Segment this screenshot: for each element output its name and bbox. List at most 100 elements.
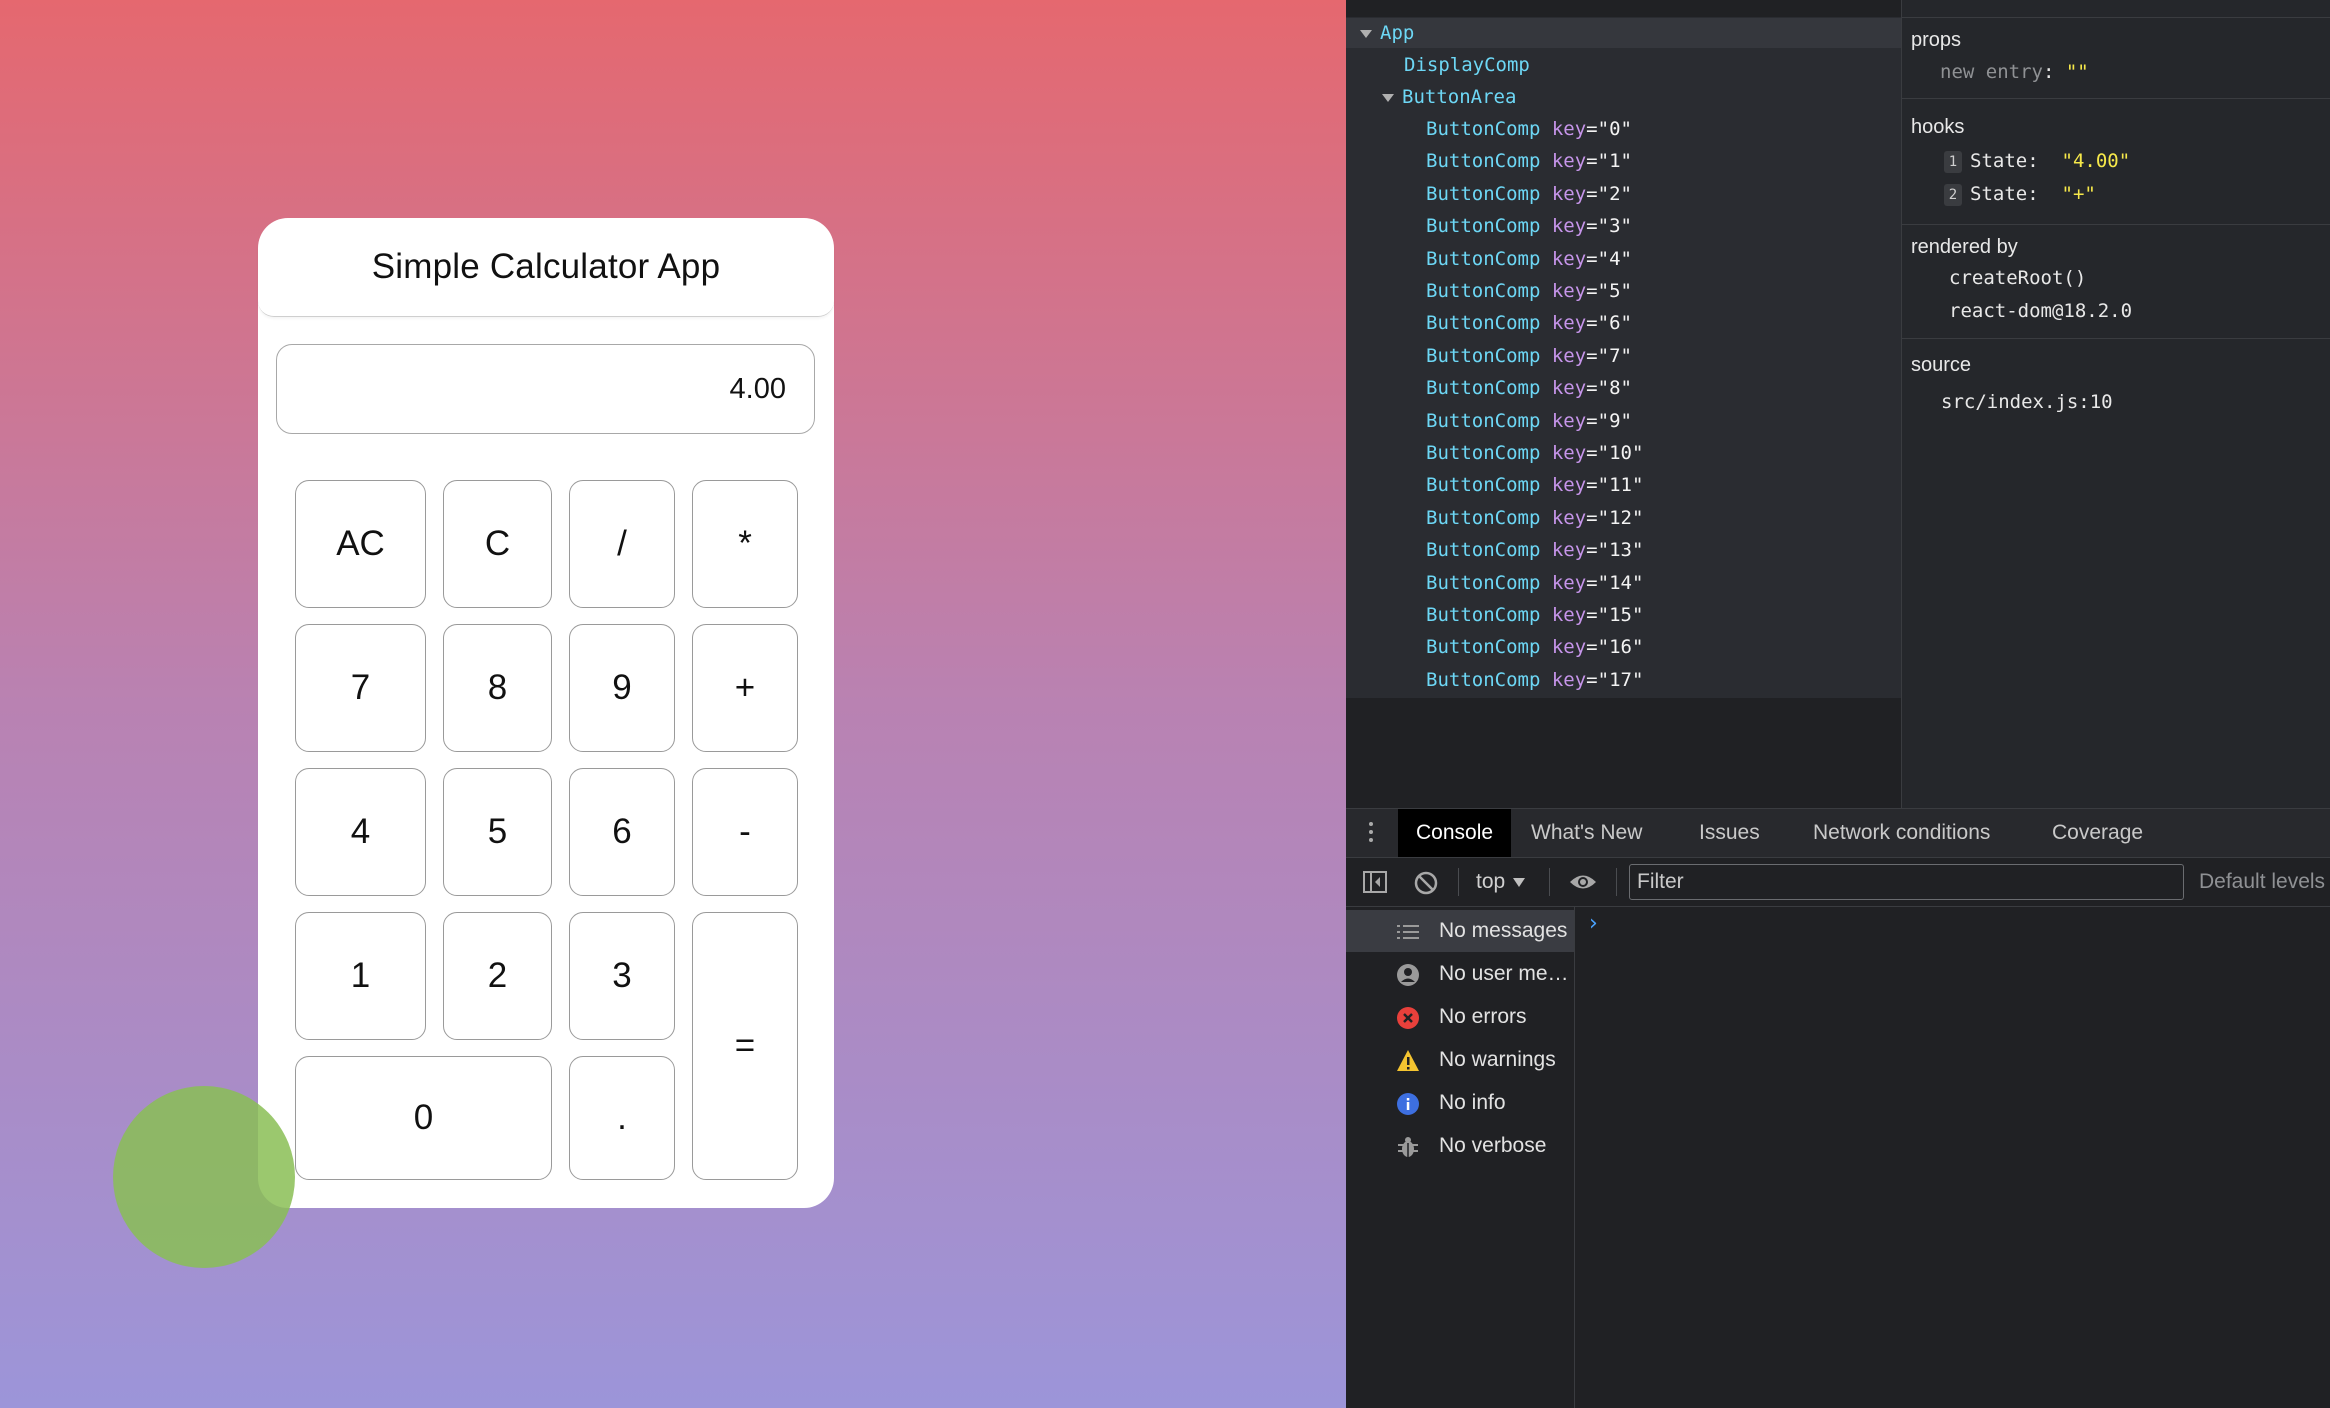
source-location[interactable]: src/index.js:10 [1941,391,2113,413]
sidebar-item-messages[interactable]: No messages [1346,910,1574,952]
component-name: DisplayComp [1404,54,1530,76]
tree-node-buttoncomp[interactable]: ButtonComp key="5" [1426,275,1632,307]
rendered-by-section: rendered by createRoot() react-dom@18.2.… [1902,225,2330,339]
key-value: "3" [1597,215,1632,238]
tree-node-buttoncomp[interactable]: ButtonComp key="15" [1426,599,1643,631]
five-button[interactable]: 5 [443,768,552,896]
decimal-button[interactable]: . [569,1056,675,1180]
four-button[interactable]: 4 [295,768,426,896]
sidebar-item-user-messages[interactable]: No user me… [1346,953,1574,995]
tab-issues[interactable]: Issues [1699,809,1760,857]
key-attr: key [1551,539,1587,562]
tree-node-buttoncomp[interactable]: ButtonComp key="7" [1426,340,1632,372]
tree-node-buttoncomp[interactable]: ButtonComp key="9" [1426,405,1632,437]
tree-node-buttoncomp[interactable]: ButtonComp key="2" [1426,178,1632,210]
tree-node-buttoncomp[interactable]: ButtonComp key="4" [1426,243,1632,275]
sidebar-item-info[interactable]: No info [1346,1082,1574,1124]
user-icon [1397,964,1419,986]
tree-node-buttoncomp[interactable]: ButtonComp key="0" [1426,113,1632,145]
key-attr: key [1551,506,1587,529]
zero-button[interactable]: 0 [295,1056,552,1180]
hooks-section: hooks 1 State: "4.00" 2 State: "+" [1902,99,2330,225]
tab-console[interactable]: Console [1398,809,1512,857]
component-tree: App DisplayComp ButtonArea ButtonComp ke… [1346,0,1901,698]
filter-input[interactable]: Filter [1629,864,2184,900]
collapse-caret-icon[interactable] [1360,29,1372,38]
component-name: ButtonComp [1426,409,1541,432]
tree-node-buttoncomp[interactable]: ButtonComp key="10" [1426,437,1643,469]
drawer-tabbar: Console What's New Issues Network condit… [1346,809,2330,858]
tree-node-buttoncomp[interactable]: ButtonComp key="14" [1426,567,1643,599]
tab-whats-new[interactable]: What's New [1531,809,1642,857]
props-value: "" [2065,61,2089,83]
log-levels-dropdown[interactable]: Default levels [2199,858,2325,906]
info-icon [1397,1093,1419,1115]
minus-button[interactable]: - [692,768,798,896]
seven-button[interactable]: 7 [295,624,426,752]
tree-node-buttoncomp[interactable]: ButtonComp key="6" [1426,307,1632,339]
sidebar-item-warnings[interactable]: No warnings [1346,1039,1574,1081]
ac-button[interactable]: AC [295,480,426,608]
key-attr: key [1551,442,1587,464]
component-name: ButtonComp [1426,571,1541,594]
sidebar-toggle-icon[interactable] [1362,870,1388,894]
tree-node-buttonarea[interactable]: ButtonArea [1382,81,1516,113]
key-attr: key [1551,247,1587,270]
divide-button[interactable]: / [569,480,675,608]
source-section: source src/index.js:10 [1902,339,2330,419]
one-button[interactable]: 1 [295,912,426,1040]
tree-node-buttoncomp[interactable]: ButtonComp key="17" [1426,664,1643,696]
component-name: ButtonComp [1426,215,1541,238]
key-value: "0" [1597,118,1632,140]
sidebar-item-verbose[interactable]: No verbose [1346,1125,1574,1167]
tree-node-displaycomp[interactable]: DisplayComp [1404,49,1530,81]
sidebar-item-errors[interactable]: No errors [1346,996,1574,1038]
six-button[interactable]: 6 [569,768,675,896]
key-value: "17" [1597,668,1644,691]
more-options-icon[interactable] [1369,822,1373,846]
tab-network-conditions[interactable]: Network conditions [1813,809,1990,857]
props-entry[interactable]: new entry: "" [1940,61,2089,83]
rendered-by-item: react-dom@18.2.0 [1949,300,2133,322]
component-name: ButtonComp [1426,150,1541,173]
key-value: "1" [1597,150,1632,173]
tree-node-buttoncomp[interactable]: ButtonComp key="16" [1426,631,1643,663]
equals-sign: = [1586,668,1598,691]
two-button[interactable]: 2 [443,912,552,1040]
tree-node-buttoncomp[interactable]: ButtonComp key="12" [1426,502,1643,534]
tree-node-buttoncomp[interactable]: ButtonComp key="13" [1426,534,1643,566]
clear-button[interactable]: C [443,480,552,608]
clear-console-icon[interactable] [1413,870,1439,896]
multiply-button[interactable]: * [692,480,798,608]
live-expression-eye-icon[interactable] [1568,872,1598,892]
hook-row[interactable]: 2 State: "+" [1944,183,2096,206]
hook-row[interactable]: 1 State: "4.00" [1944,150,2130,173]
tree-node-buttoncomp[interactable]: ButtonComp key="3" [1426,210,1632,242]
context-selector[interactable]: top [1476,858,1526,906]
console-prompt-icon[interactable]: › [1589,911,1598,936]
eight-button[interactable]: 8 [443,624,552,752]
tree-node-buttoncomp[interactable]: ButtonComp key="1" [1426,145,1632,177]
tree-node-buttoncomp[interactable]: ButtonComp key="8" [1426,372,1632,404]
sidebar-item-label: No messages [1439,919,1568,942]
touch-indicator-circle [113,1086,295,1268]
tree-node-buttoncomp[interactable]: ButtonComp key="11" [1426,469,1643,501]
collapse-caret-icon[interactable] [1382,93,1394,102]
tab-coverage[interactable]: Coverage [2052,809,2143,857]
warning-icon [1397,1050,1419,1071]
equals-button[interactable]: = [692,912,798,1180]
plus-button[interactable]: + [692,624,798,752]
nine-button[interactable]: 9 [569,624,675,752]
component-name: ButtonComp [1426,506,1541,529]
component-name: ButtonComp [1426,442,1541,464]
three-button[interactable]: 3 [569,912,675,1040]
equals-sign: = [1586,280,1598,302]
tree-node-app[interactable]: App [1360,17,1414,49]
message-filter-sidebar: No messages No user me… No errors No war… [1346,907,1575,1408]
